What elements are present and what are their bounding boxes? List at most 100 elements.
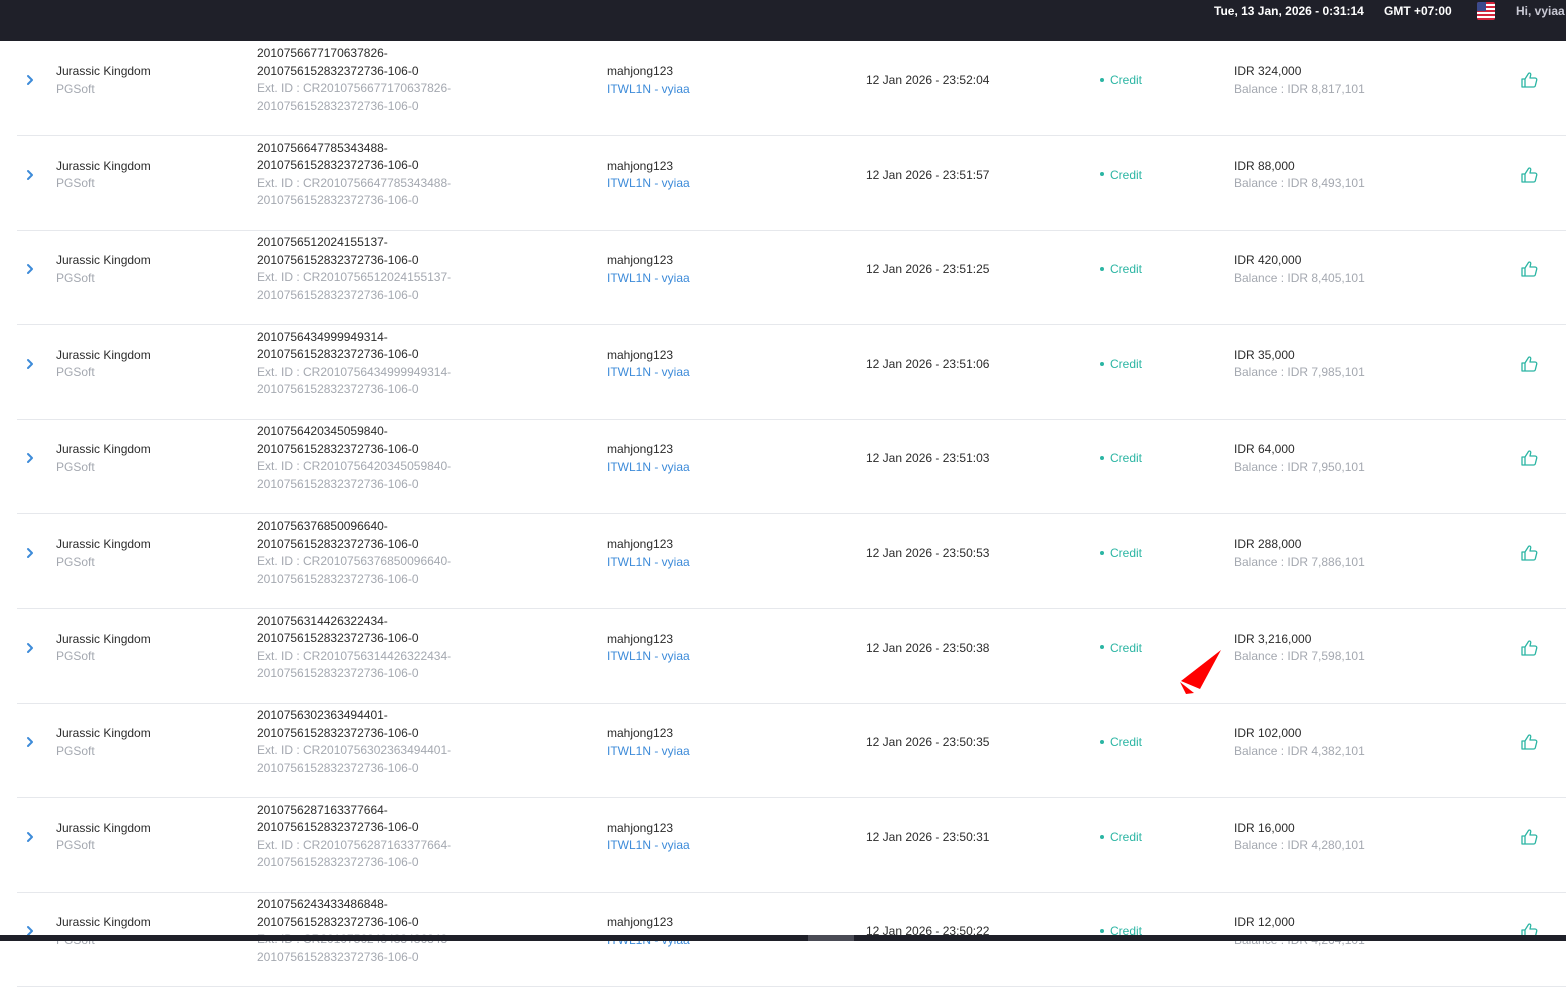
chevron-right-icon[interactable]: [24, 641, 36, 653]
agent-link[interactable]: ITWL1N - vyiaa: [607, 648, 690, 666]
chevron-right-icon[interactable]: [24, 357, 36, 369]
player-cell: mahjong123ITWL1N - vyiaa: [607, 820, 690, 855]
agent-link[interactable]: ITWL1N - vyiaa: [607, 743, 690, 761]
table-row[interactable]: Jurassic Kingdom PGSoft 201075637685009664…: [0, 514, 1566, 609]
thumbs-up-icon[interactable]: [1520, 449, 1538, 467]
table-row[interactable]: Jurassic Kingdom PGSoft 201075643499994931…: [0, 325, 1566, 420]
thumbs-up-icon[interactable]: [1520, 355, 1538, 373]
external-id-line1: Ext. ID : CR2010756677170637826-: [257, 81, 452, 95]
thumbs-up-icon[interactable]: [1520, 71, 1538, 89]
game-cell: Jurassic Kingdom PGSoft: [56, 725, 151, 760]
transaction-id-line2: 2010756152832372736-106-0: [257, 252, 419, 267]
player-cell: mahjong123ITWL1N - vyiaa: [607, 631, 690, 666]
transaction-date: 12 Jan 2026 - 23:52:04: [866, 73, 990, 87]
table-row[interactable]: Jurassic Kingdom PGSoft 201075651202415513…: [0, 230, 1566, 326]
chevron-right-icon[interactable]: [24, 451, 36, 464]
status-dot-icon: [1100, 172, 1104, 177]
table-row[interactable]: Jurassic Kingdom PGSoft 201075642034505984…: [0, 419, 1566, 515]
transaction-date: 12 Jan 2026 - 23:50:53: [866, 546, 990, 560]
transaction-id-cell: 2010756314426322434- 2010756152832372736-…: [257, 613, 451, 683]
chevron-right-icon[interactable]: [24, 262, 36, 275]
external-id-line1: Ext. ID : CR2010756434999949314-: [257, 364, 452, 379]
user-greeting[interactable]: Hi, vyiaa: [1516, 4, 1565, 18]
balance-after: Balance : IDR 7,598,101: [1234, 649, 1365, 664]
status-badge: Credit: [1098, 356, 1142, 374]
chevron-right-icon[interactable]: [24, 168, 36, 180]
status-label: Credit: [1110, 640, 1143, 655]
status-dot-icon: [1100, 740, 1104, 745]
us-flag-icon[interactable]: [1477, 2, 1495, 20]
timezone-label[interactable]: GMT +07:00: [1384, 4, 1452, 18]
agent-link[interactable]: ITWL1N - vyiaa: [607, 81, 690, 99]
external-id-line2: 2010756152832372736-106-0: [257, 98, 419, 113]
transaction-id-line1: 2010756314426322434-: [257, 613, 388, 628]
agent-link[interactable]: ITWL1N - vyiaa: [607, 837, 690, 855]
chevron-right-icon[interactable]: [24, 735, 36, 748]
table-row[interactable]: Jurassic Kingdom PGSoft 201075630236349440…: [0, 703, 1566, 799]
game-name: Jurassic Kingdom: [56, 915, 151, 930]
provider-name: PGSoft: [56, 81, 95, 96]
agent-link[interactable]: ITWL1N - vyiaa: [607, 175, 690, 193]
transaction-id-line2: 2010756152832372736-106-0: [257, 347, 419, 362]
provider-name: PGSoft: [56, 459, 95, 474]
provider-name: PGSoft: [56, 743, 95, 758]
provider-name: PGSoft: [56, 554, 95, 569]
status-badge: Credit: [1098, 450, 1142, 468]
table-row[interactable]: Jurassic Kingdom PGSoft 201075664778534348…: [0, 136, 1566, 231]
status-badge: Credit: [1098, 734, 1142, 752]
amount-cell: IDR 64,000 Balance : IDR 7,950,101: [1234, 441, 1365, 476]
player-username: mahjong123: [607, 158, 674, 173]
player-username: mahjong123: [607, 347, 674, 362]
thumbs-up-icon[interactable]: [1520, 166, 1538, 184]
amount-cell: IDR 324,000 Balance : IDR 8,817,101: [1234, 63, 1365, 98]
horizontal-scrollbar[interactable]: [0, 935, 1566, 941]
balance-after: Balance : IDR 4,382,101: [1234, 743, 1365, 758]
external-id-line2: 2010756152832372736-106-0: [257, 287, 419, 302]
player-cell: mahjong123 ITWL1N - vyiaa: [607, 347, 690, 382]
provider-name: PGSoft: [56, 365, 95, 380]
status-label: Credit: [1110, 546, 1143, 560]
scrollbar-thumb[interactable]: [808, 935, 854, 941]
balance-after: Balance : IDR 4,280,101: [1234, 838, 1365, 853]
transaction-amount: IDR 12,000: [1234, 915, 1295, 930]
transaction-id-cell: 2010756287163377664- 2010756152832372736-…: [257, 802, 451, 872]
table-row[interactable]: Jurassic Kingdom PGSoft 201075667717063782…: [0, 41, 1566, 136]
agent-link[interactable]: ITWL1N - vyiaa: [607, 554, 690, 572]
game-cell: Jurassic Kingdom PGSoft: [56, 536, 151, 571]
current-datetime: Tue, 13 Jan, 2026 - 0:31:14: [1214, 4, 1364, 18]
thumbs-up-icon[interactable]: [1520, 544, 1538, 562]
transaction-id-line2: 2010756152832372736-106-0: [257, 536, 419, 551]
agent-link[interactable]: ITWL1N - vyiaa: [607, 459, 690, 477]
agent-link[interactable]: ITWL1N - vyiaa: [607, 364, 690, 382]
player-cell: mahjong123ITWL1N - vyiaa: [607, 536, 690, 571]
thumbs-up-icon[interactable]: [1520, 828, 1538, 846]
player-cell: mahjong123ITWL1N - vyiaa: [607, 914, 690, 949]
thumbs-up-icon[interactable]: [1520, 260, 1538, 278]
status-dot-icon: [1100, 456, 1104, 461]
game-cell: Jurassic Kingdom PGSoft: [56, 441, 151, 476]
player-username: mahjong123: [607, 726, 674, 741]
thumbs-up-icon[interactable]: [1520, 733, 1538, 751]
player-username: mahjong123: [607, 253, 674, 268]
table-row[interactable]: Jurassic Kingdom PGSoft 201075628716337766…: [0, 798, 1566, 893]
table-row[interactable]: Jurassic Kingdom PGSoft 201075631442632243…: [0, 609, 1566, 704]
thumbs-up-icon[interactable]: [1520, 639, 1538, 657]
external-id-line2: 2010756152832372736-106-0: [257, 949, 419, 964]
transaction-id-cell: 2010756677170637826- 2010756152832372736-…: [257, 45, 451, 115]
external-id-line1: Ext. ID : CR2010756376850096640-: [257, 554, 452, 568]
transaction-amount: IDR 288,000: [1234, 537, 1302, 551]
chevron-right-icon[interactable]: [24, 546, 36, 558]
transaction-amount: IDR 88,000: [1234, 158, 1295, 173]
game-cell: Jurassic Kingdom PGSoft: [56, 347, 151, 382]
transaction-amount: IDR 3,216,000: [1234, 631, 1312, 646]
player-username: mahjong123: [607, 915, 674, 930]
chevron-right-icon[interactable]: [24, 73, 36, 85]
transaction-id-line2: 2010756152832372736-106-0: [257, 63, 419, 78]
transaction-id-cell: 2010756512024155137- 2010756152832372736-…: [257, 234, 451, 304]
transaction-id-cell: 2010756647785343488- 2010756152832372736-…: [257, 140, 451, 210]
game-cell: Jurassic Kingdom PGSoft: [56, 252, 151, 287]
game-cell: Jurassic Kingdom PGSoft: [56, 631, 151, 666]
transaction-id-line2: 2010756152832372736-106-0: [257, 631, 419, 646]
agent-link[interactable]: ITWL1N - vyiaa: [607, 270, 690, 288]
chevron-right-icon[interactable]: [24, 830, 36, 842]
